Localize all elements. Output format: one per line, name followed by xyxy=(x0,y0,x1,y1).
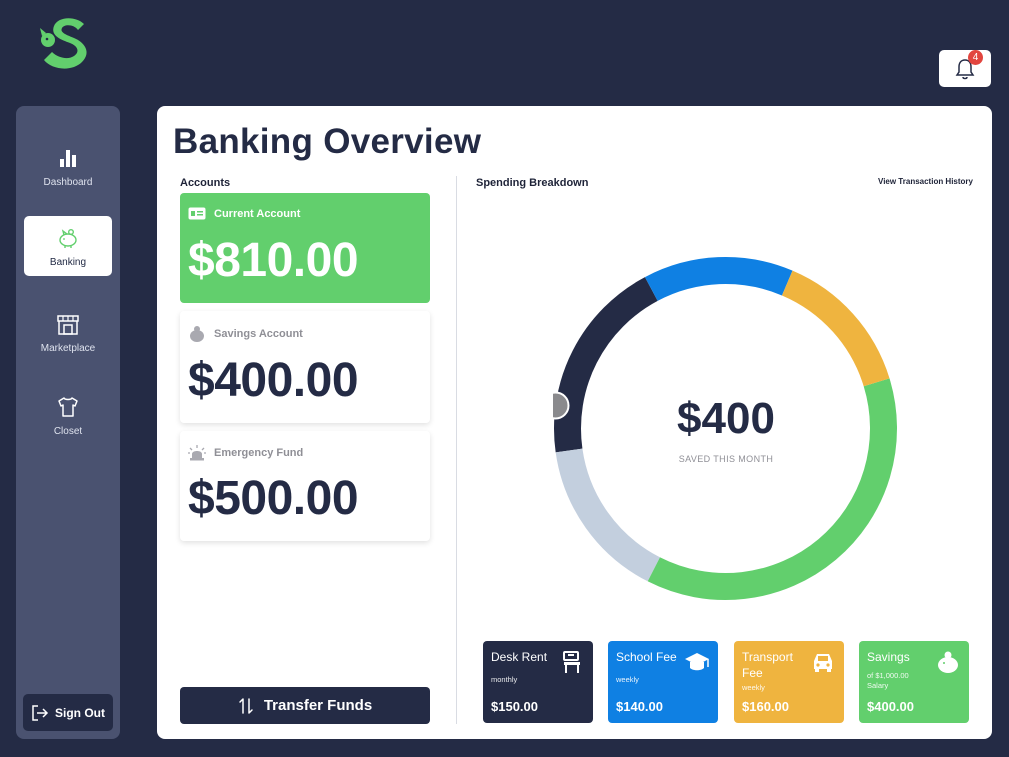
saved-amount: $400 xyxy=(677,394,775,443)
tile-frequency: weekly xyxy=(616,675,639,684)
logout-icon xyxy=(32,704,49,721)
transport-fee-tile[interactable]: Transport Fee weekly $160.00 xyxy=(734,641,844,723)
tile-title: Savings xyxy=(867,650,910,664)
tile-frequency: monthly xyxy=(491,675,518,684)
spending-heading: Spending Breakdown xyxy=(476,177,589,189)
savings-account-card[interactable]: Savings Account $400.00 xyxy=(180,311,430,423)
bar-chart-icon xyxy=(55,145,81,171)
shirt-icon xyxy=(55,394,81,420)
tile-amount: $150.00 xyxy=(491,699,538,714)
graduation-cap-icon xyxy=(685,653,709,671)
account-name: Emergency Fund xyxy=(214,447,304,459)
sidebar-item-label: Marketplace xyxy=(40,342,96,354)
account-balance: $500.00 xyxy=(188,472,359,525)
tile-amount: $400.00 xyxy=(867,699,914,714)
sidebar-item-label: Dashboard xyxy=(43,176,93,188)
transfer-funds-button[interactable]: Transfer Funds xyxy=(180,687,430,724)
tile-amount: $140.00 xyxy=(616,699,663,714)
transfer-arrows-icon xyxy=(239,697,253,714)
sidebar-item-banking[interactable]: Banking xyxy=(24,216,112,276)
tile-source: Salary xyxy=(867,681,889,690)
sidebar-item-closet[interactable]: Closet xyxy=(24,385,112,445)
current-account-card[interactable]: Current Account $810.00 xyxy=(180,193,430,303)
notification-badge: 4 xyxy=(968,50,983,65)
sidebar-item-marketplace[interactable]: Marketplace xyxy=(24,302,112,362)
saved-label: SAVED THIS MONTH xyxy=(678,454,774,464)
donut-segment-school-fee xyxy=(644,257,793,302)
emergency-fund-card[interactable]: Emergency Fund $500.00 xyxy=(180,431,430,541)
piggy-bank-icon xyxy=(938,651,958,673)
sidebar: Dashboard Banking Marketplace Closet Sig… xyxy=(16,106,120,739)
piggy-bank-icon xyxy=(190,326,204,342)
donut-segment-remaining xyxy=(555,448,661,582)
tile-title: Transport Fee xyxy=(742,650,793,680)
donut-segment-transport-fee xyxy=(781,270,890,387)
tile-amount: $160.00 xyxy=(742,699,789,714)
transfer-funds-label: Transfer Funds xyxy=(263,697,373,714)
tile-goal: of $1,000.00 xyxy=(867,671,909,680)
sign-out-label: Sign Out xyxy=(55,705,105,720)
siren-icon xyxy=(188,445,206,461)
id-card-icon xyxy=(188,207,206,220)
tile-title: School Fee xyxy=(616,650,677,664)
sidebar-item-dashboard[interactable]: Dashboard xyxy=(24,136,112,196)
sign-out-button[interactable]: Sign Out xyxy=(23,694,113,731)
sidebar-item-label: Banking xyxy=(49,256,87,268)
store-icon xyxy=(55,311,81,337)
account-balance: $810.00 xyxy=(188,234,359,287)
account-name: Savings Account xyxy=(214,328,303,340)
savings-tile[interactable]: Savings of $1,000.00 Salary $400.00 xyxy=(859,641,969,723)
sidebar-item-label: Closet xyxy=(53,425,83,437)
desk-icon xyxy=(563,651,580,673)
tile-frequency: weekly xyxy=(742,683,765,692)
account-name: Current Account xyxy=(214,207,301,220)
notifications-button[interactable]: 4 xyxy=(939,50,991,87)
app-logo xyxy=(40,18,87,69)
column-divider xyxy=(456,176,457,724)
tile-title: Desk Rent xyxy=(491,650,548,664)
main-panel: Banking Overview Accounts Spending Break… xyxy=(157,106,992,739)
desk-rent-tile[interactable]: Desk Rent monthly $150.00 xyxy=(483,641,593,723)
page-title: Banking Overview xyxy=(173,122,482,161)
school-fee-tile[interactable]: School Fee weekly $140.00 xyxy=(608,641,718,723)
accounts-heading: Accounts xyxy=(180,177,231,189)
account-balance: $400.00 xyxy=(188,354,359,407)
car-icon xyxy=(814,654,832,672)
view-transaction-history-link[interactable]: View Transaction History xyxy=(878,177,973,186)
piggy-bank-icon xyxy=(55,225,81,251)
